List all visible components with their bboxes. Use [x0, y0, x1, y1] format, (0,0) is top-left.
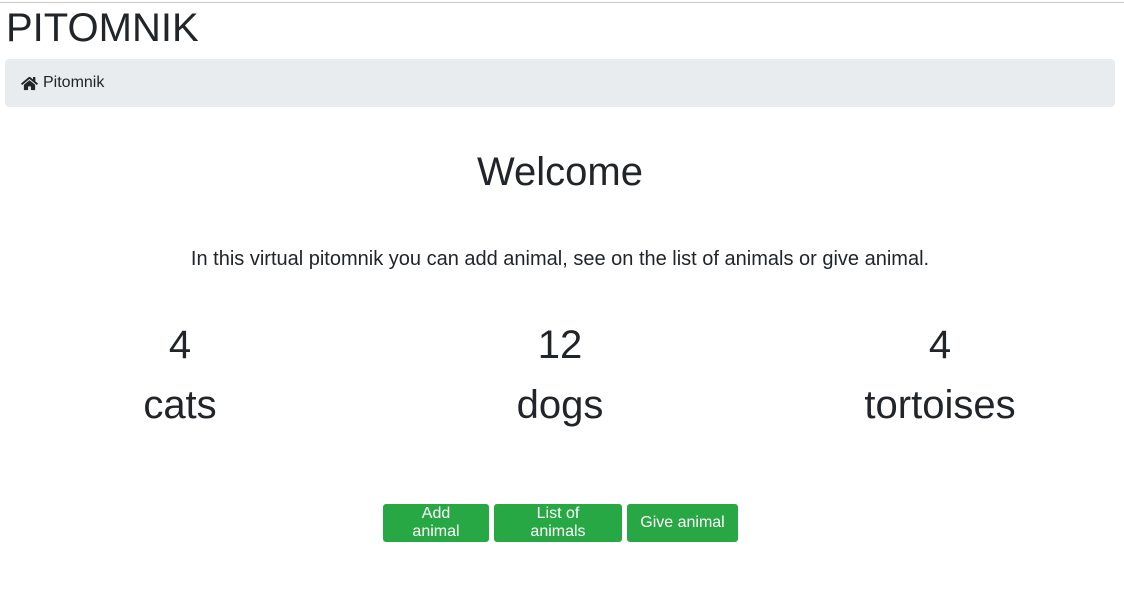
top-divider: [0, 2, 1124, 3]
intro-text: In this virtual pitomnik you can add ani…: [190, 248, 930, 270]
breadcrumb: Pitomnik: [5, 59, 1115, 107]
welcome-heading: Welcome: [477, 150, 643, 194]
stat-label: dogs: [516, 383, 604, 427]
list-of-animals-button[interactable]: List of animals: [494, 504, 622, 542]
site-title: PITOMNIK: [6, 6, 199, 50]
stat-count: 12: [537, 323, 583, 367]
home-icon: [21, 76, 38, 90]
breadcrumb-home-label: Pitomnik: [43, 74, 105, 91]
stat-label: cats: [143, 383, 217, 427]
action-buttons: Add animal List of animals Give animal: [383, 504, 738, 542]
stat-tortoises: 4 tortoises: [750, 322, 1124, 428]
stat-label: tortoises: [864, 383, 1016, 427]
add-animal-button[interactable]: Add animal: [383, 504, 489, 542]
stat-dogs: 12 dogs: [370, 322, 750, 428]
stat-count: 4: [168, 323, 192, 367]
give-animal-button[interactable]: Give animal: [627, 504, 738, 542]
stat-count: 4: [928, 323, 952, 367]
breadcrumb-home-link[interactable]: Pitomnik: [21, 74, 104, 92]
stat-cats: 4 cats: [0, 322, 370, 428]
